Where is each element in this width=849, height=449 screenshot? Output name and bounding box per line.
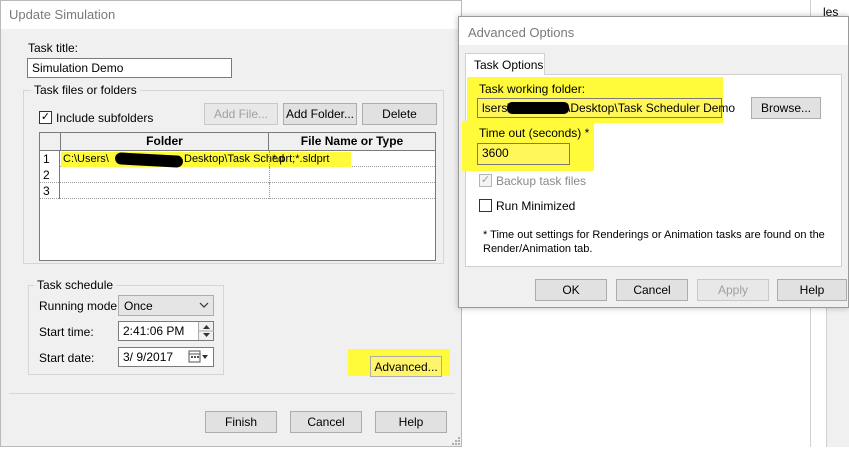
column-divider: [269, 167, 270, 183]
timeout-input[interactable]: 3600: [477, 143, 570, 165]
browse-button[interactable]: Browse...: [751, 97, 821, 119]
timeout-label: Time out (seconds) *: [479, 126, 590, 140]
advanced-title-bar: Advanced Options: [459, 17, 848, 45]
delete-button[interactable]: Delete: [362, 103, 437, 125]
add-file-button[interactable]: Add File...: [204, 103, 278, 125]
timeout-value: 3600: [482, 146, 509, 160]
start-date-label: Start date:: [39, 351, 95, 365]
spin-arrows-icon: [199, 325, 214, 337]
advanced-help-button[interactable]: Help: [777, 279, 847, 301]
working-folder-value-end: \Desktop\Task Scheduler Demo: [567, 101, 736, 115]
advanced-options-dialog: Advanced Options Task Options Task worki…: [458, 16, 849, 308]
tab-task-options-label: Task Options: [474, 58, 544, 72]
task-title-label: Task title:: [28, 41, 79, 55]
help-button[interactable]: Help: [375, 411, 447, 433]
row-number: 2: [40, 167, 60, 183]
running-mode-label: Running mode:: [39, 299, 121, 313]
advanced-button[interactable]: Advanced...: [370, 356, 442, 377]
column-divider: [269, 183, 270, 199]
advanced-dialog-title: Advanced Options: [468, 25, 575, 40]
table-header-file-type[interactable]: File Name or Type: [269, 133, 435, 151]
table-row[interactable]: 1 C:\Users\ Desktop\Task Sched *.prt;*.s…: [40, 151, 435, 168]
running-mode-select[interactable]: Once: [118, 295, 214, 316]
chevron-down-icon: [199, 299, 209, 314]
time-spinner[interactable]: [198, 322, 214, 340]
working-folder-label: Task working folder:: [479, 82, 586, 96]
timeout-note-line2: Render/Animation tab.: [483, 243, 593, 255]
run-minimized-label: Run Minimized: [496, 199, 576, 213]
cancel-button[interactable]: Cancel: [290, 411, 362, 433]
files-table: Folder File Name or Type 1 C:\Users\ Des…: [39, 132, 436, 261]
task-files-group-label: Task files or folders: [31, 83, 140, 97]
ok-button[interactable]: OK: [535, 279, 607, 301]
include-subfolders-label: Include subfolders: [56, 111, 154, 125]
task-schedule-group-label: Task schedule: [34, 278, 117, 292]
tab-task-options[interactable]: Task Options: [465, 53, 545, 75]
backup-task-files-checkbox[interactable]: ✓: [479, 174, 492, 187]
backup-task-files-label: Backup task files: [496, 174, 587, 188]
table-row[interactable]: 2: [40, 167, 435, 183]
running-mode-value: Once: [124, 299, 153, 313]
row-number: 3: [40, 183, 60, 199]
start-date-value: 3/ 9/2017: [123, 350, 174, 364]
update-simulation-dialog: Update Simulation Task title: Simulation…: [0, 0, 462, 447]
start-time-label: Start time:: [39, 325, 94, 339]
start-time-value: 2:41:06 PM: [123, 324, 185, 338]
row-file-type: *.prt;*.sldprt: [272, 153, 330, 165]
separator: [9, 393, 455, 394]
include-subfolders-checkbox[interactable]: ✓: [39, 111, 52, 124]
finish-button[interactable]: Finish: [205, 411, 277, 433]
apply-button[interactable]: Apply: [697, 279, 769, 301]
table-header-corner: [40, 133, 61, 151]
calendar-icon[interactable]: [188, 349, 210, 368]
dialog-title: Update Simulation: [9, 7, 116, 22]
row-folder-path: C:\Users\: [63, 153, 109, 165]
timeout-note-line1: * Time out settings for Renderings or An…: [483, 229, 825, 241]
table-header-folder[interactable]: Folder: [61, 133, 269, 151]
dialog-title-bar: Update Simulation: [1, 1, 461, 29]
row-number: 1: [40, 151, 60, 167]
table-row[interactable]: 3: [40, 183, 435, 199]
add-folder-button[interactable]: Add Folder...: [283, 103, 357, 125]
redaction-mark: [507, 102, 569, 114]
advanced-cancel-button[interactable]: Cancel: [616, 279, 688, 301]
task-title-input[interactable]: Simulation Demo: [27, 58, 232, 78]
column-divider: [269, 151, 270, 167]
run-minimized-checkbox[interactable]: [479, 199, 492, 212]
